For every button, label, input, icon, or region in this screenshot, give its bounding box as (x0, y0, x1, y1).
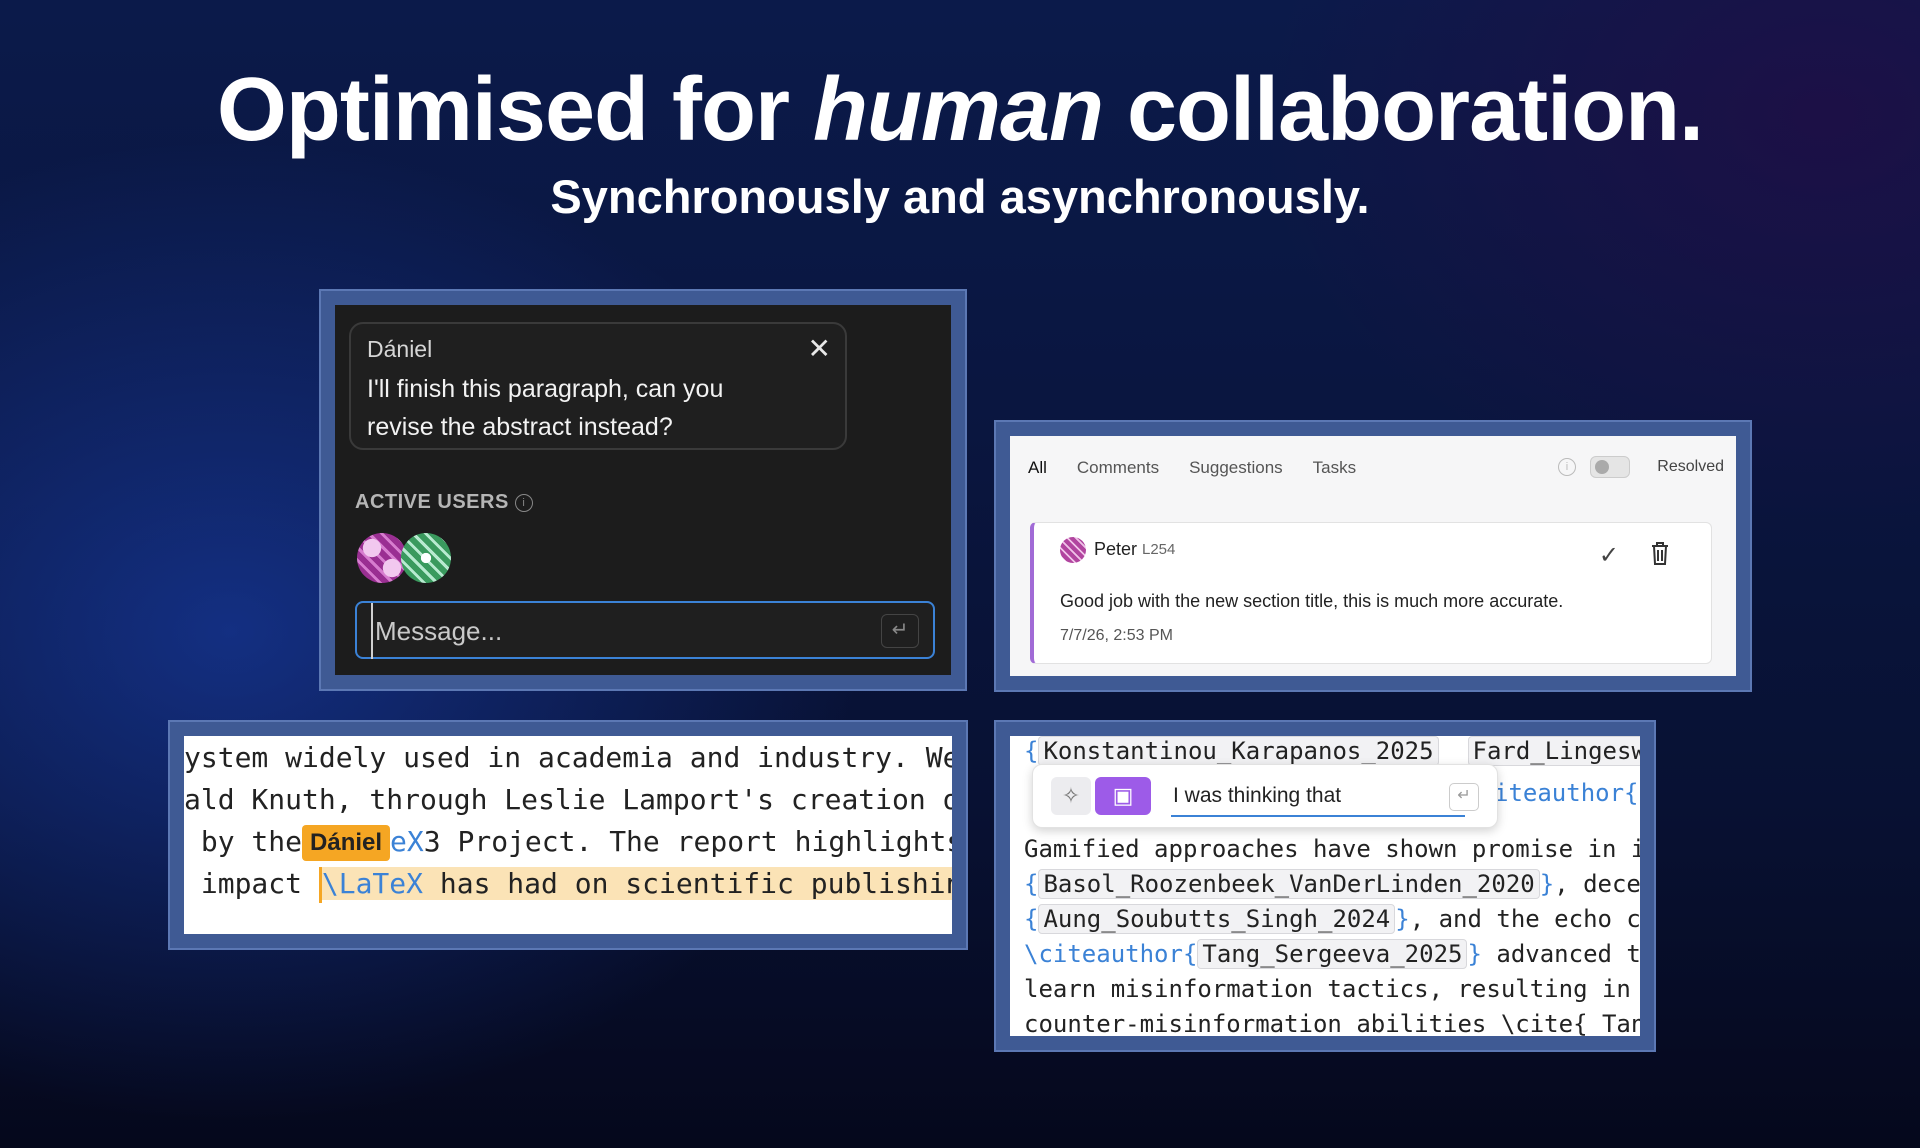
editor-panel: {Konstantinou_Karapanos_2025 Fard_Linges… (994, 720, 1656, 1052)
chat-bubble-author: Dániel (367, 336, 433, 362)
tab-comments[interactable]: Comments (1077, 458, 1159, 477)
avatar[interactable] (401, 533, 451, 583)
headline: Optimised for human collaboration. (0, 60, 1920, 160)
comment-icon[interactable]: ▣ (1095, 777, 1151, 815)
editor-text: , dece (1554, 870, 1640, 898)
editor-command: \citeauthor{ (1024, 940, 1198, 968)
code-text: impact (184, 867, 319, 900)
editor-panel-body: {Konstantinou_Karapanos_2025 Fard_Linges… (1010, 736, 1640, 1036)
code-text: 3 Project. The report highlights (423, 825, 952, 858)
collaborator-cursor-label: Dániel (302, 825, 391, 861)
comments-panel-body: All Comments Suggestions Tasks i Resolved P… (1010, 436, 1736, 676)
resolved-label: Resolved (1657, 458, 1724, 475)
trash-icon[interactable] (1649, 539, 1671, 567)
code-command: eX (390, 825, 424, 858)
tab-suggestions[interactable]: Suggestions (1189, 458, 1283, 477)
editor-line: {Aung_Soubutts_Singh_2024}, and the echo… (1024, 904, 1640, 934)
comment-author: Peter (1094, 539, 1138, 559)
resolved-toggle[interactable] (1590, 456, 1630, 478)
code-line: impact \LaTeX has had on scientific publ… (184, 864, 952, 904)
code-text: by the (184, 825, 303, 858)
citation-key[interactable]: Aung_Soubutts_Singh_2024 (1038, 904, 1396, 934)
inline-comment-popup: ✧ ▣ ↵ (1032, 764, 1498, 828)
message-input[interactable] (371, 603, 857, 659)
info-icon[interactable]: i (1558, 458, 1576, 476)
active-users-label: ACTIVE USERS (355, 491, 509, 513)
avatar (1060, 537, 1086, 563)
code-line: by the Dániel eX3 Project. The report high… (184, 822, 952, 862)
tab-all[interactable]: All (1028, 458, 1047, 477)
editor-line: Gamified approaches have shown promise i… (1024, 835, 1640, 863)
info-icon[interactable]: i (514, 493, 533, 512)
close-icon[interactable]: ✕ (808, 332, 831, 365)
citation-key[interactable]: Tang_Sergeeva_2025 (1197, 939, 1468, 969)
editor-line: counter-misinformation abilities \cite{ … (1024, 1010, 1640, 1036)
chat-panel-body: Dániel I'll finish this paragraph, can y… (335, 305, 951, 675)
code-panel-body: ystem widely used in academia and indust… (184, 736, 952, 934)
headline-emphasis: human (812, 60, 1104, 160)
comment-timestamp: 7/7/26, 2:53 PM (1060, 627, 1173, 644)
enter-icon[interactable]: ↵ (881, 614, 919, 648)
comment-tabs: All Comments Suggestions Tasks (1028, 458, 1386, 478)
comment-card: Peter L254 ✓ Good job with the new secti… (1030, 522, 1712, 664)
editor-line: learn misinformation tactics, resulting … (1024, 975, 1640, 1003)
citation-key[interactable]: Fard_Lingesw (1467, 736, 1640, 766)
chat-bubble: Dániel I'll finish this paragraph, can y… (349, 322, 847, 450)
headline-part1: Optimised for (216, 60, 813, 160)
chat-panel: Dániel I'll finish this paragraph, can y… (319, 289, 967, 691)
sparkle-icon[interactable]: ✧ (1051, 777, 1091, 815)
editor-text: advanced t (1481, 940, 1640, 968)
active-users-heading: ACTIVE USERS i (355, 491, 533, 514)
editor-line: \citeauthor{Tang_Sergeeva_2025} advanced… (1024, 939, 1640, 969)
headline-part2: collaboration. (1103, 60, 1704, 160)
code-panel: ystem widely used in academia and indust… (168, 720, 968, 950)
tab-tasks[interactable]: Tasks (1313, 458, 1356, 477)
code-line: ald Knuth, through Leslie Lamport's crea… (184, 783, 952, 816)
comment-line-ref[interactable]: L254 (1142, 541, 1175, 558)
chat-bubble-message: I'll finish this paragraph, can you revi… (367, 375, 724, 441)
editor-fragment: iteauthor{ (1494, 779, 1639, 807)
editor-line: {Basol_Roozenbeek_VanDerLinden_2020}, de… (1024, 869, 1640, 899)
citation-key[interactable]: Konstantinou_Karapanos_2025 (1038, 736, 1439, 766)
comment-text: Good job with the new section title, thi… (1060, 591, 1564, 611)
comments-panel: All Comments Suggestions Tasks i Resolved P… (994, 420, 1752, 692)
code-command: \LaTeX (321, 867, 424, 900)
enter-icon[interactable]: ↵ (1449, 783, 1479, 811)
code-line: ystem widely used in academia and indust… (184, 741, 952, 774)
subheadline: Synchronously and asynchronously. (550, 170, 1370, 223)
inline-comment-input[interactable] (1171, 777, 1465, 817)
avatar[interactable] (357, 533, 407, 583)
message-field: ↵ (355, 601, 935, 659)
code-text: has had on scientific publishing (423, 867, 952, 900)
editor-text: , and the echo c (1409, 905, 1640, 933)
check-icon[interactable]: ✓ (1599, 541, 1619, 570)
citation-key[interactable]: Basol_Roozenbeek_VanDerLinden_2020 (1038, 869, 1540, 899)
